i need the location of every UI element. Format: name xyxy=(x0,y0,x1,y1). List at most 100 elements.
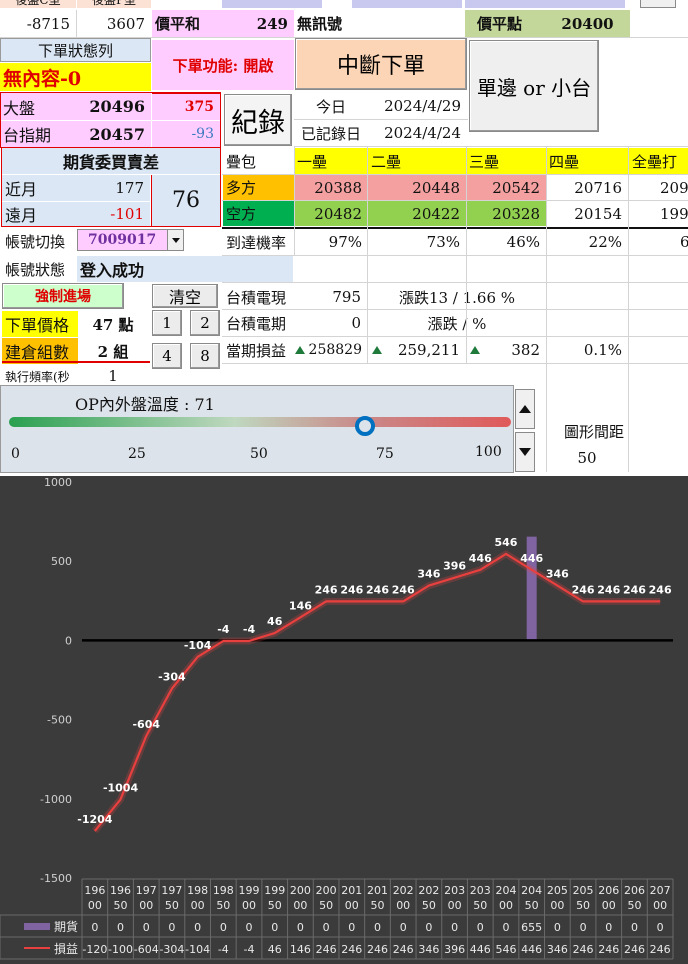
header-scroll-stub[interactable] xyxy=(640,0,676,8)
table-cell-futures: 0 xyxy=(400,921,407,934)
pnl-data-label: 396 xyxy=(443,560,466,573)
stack-header-5: 全壘打 xyxy=(628,148,688,174)
table-cell-pnl: 246 xyxy=(316,943,337,956)
table-cell-pnl: -4 xyxy=(218,943,229,956)
x-tick-label: 202 xyxy=(393,884,414,897)
x-tick-label: 50 xyxy=(216,899,230,912)
value-p: 3607 xyxy=(106,14,145,33)
y-tick-label: 1000 xyxy=(44,476,72,489)
account-dropdown[interactable]: 7009017 xyxy=(77,229,184,251)
table-cell-pnl: -304 xyxy=(159,943,184,956)
short-value-4: 20154 xyxy=(574,204,622,223)
period-pnl-value3: 382 xyxy=(466,337,546,363)
tx-futures-label: 台指期 xyxy=(0,121,70,147)
order-price-label: 下單價格 xyxy=(2,311,78,337)
today-value: 2024/4/29 xyxy=(384,97,461,115)
x-tick-label: 203 xyxy=(444,884,465,897)
x-tick-label: 207 xyxy=(650,884,671,897)
x-tick-label: 199 xyxy=(264,884,285,897)
header-c-type: 後盤C型 xyxy=(0,0,76,8)
arrow-up-icon xyxy=(519,405,531,413)
near-month-label: 近月 xyxy=(2,175,72,201)
table-cell-pnl: 246 xyxy=(598,943,619,956)
tsmc-cur-value: 795 xyxy=(332,288,361,306)
price-point-label: 價平點 xyxy=(465,10,545,37)
long-label: 多方 xyxy=(223,175,294,200)
short-value-3: 20328 xyxy=(466,201,546,226)
pnl-data-label: 146 xyxy=(289,599,312,612)
pnl-data-label: 546 xyxy=(494,536,517,549)
stack-header-1: 一壘 xyxy=(294,148,368,174)
pnl-data-label: -4 xyxy=(217,623,230,636)
x-tick-label: 00 xyxy=(653,899,667,912)
stack-header-2: 二壘 xyxy=(368,148,466,174)
account-number: 7009017 xyxy=(88,232,157,248)
clear-button[interactable]: 清空 xyxy=(152,284,218,308)
tsmc-fut-value: 0 xyxy=(351,314,361,332)
force-entry-button[interactable]: 強制進場 xyxy=(2,283,124,309)
table-cell-futures: 0 xyxy=(657,921,664,934)
pnl-data-label: 46 xyxy=(267,615,283,628)
table-cell-futures: 0 xyxy=(374,921,381,934)
x-tick-label: 201 xyxy=(367,884,388,897)
table-cell-futures: 0 xyxy=(425,921,432,934)
short-value-5: 199 xyxy=(660,204,688,223)
tx-futures-value: 20457 xyxy=(70,121,151,147)
spin-down-button[interactable] xyxy=(515,432,535,472)
long-value-5: 209 xyxy=(660,178,688,197)
spin-up-button[interactable] xyxy=(515,389,535,429)
record-button[interactable]: 紀錄 xyxy=(224,94,292,146)
x-tick-label: 196 xyxy=(84,884,105,897)
pnl-data-label: 246 xyxy=(392,583,415,596)
period-pnl-value2: 259,211 xyxy=(368,337,466,363)
x-tick-label: 197 xyxy=(161,884,182,897)
long-value-3: 20542 xyxy=(466,175,546,200)
x-tick-label: 50 xyxy=(576,899,590,912)
tsmc-change-text: 漲跌13 / 1.66 % xyxy=(398,288,516,307)
table-cell-futures: 655 xyxy=(521,921,542,934)
pnl-data-label: -604 xyxy=(132,718,160,731)
num-button-4[interactable]: 4 xyxy=(152,343,182,369)
gauge-handle[interactable] xyxy=(355,416,376,436)
table-cell-pnl: 346 xyxy=(547,943,568,956)
num-button-2[interactable]: 2 xyxy=(190,310,220,336)
x-tick-label: 205 xyxy=(573,884,594,897)
table-cell-pnl: -104 xyxy=(185,943,210,956)
x-tick-label: 00 xyxy=(448,899,462,912)
num-button-8[interactable]: 8 xyxy=(190,343,220,369)
x-tick-label: 00 xyxy=(602,899,616,912)
stack-label: 疊包 xyxy=(226,152,257,171)
x-tick-label: 50 xyxy=(114,899,128,912)
table-cell-futures: 0 xyxy=(605,921,612,934)
x-tick-label: 50 xyxy=(165,899,179,912)
pnl-data-label: -1204 xyxy=(77,813,113,826)
table-cell-pnl: -120 xyxy=(82,943,107,956)
prob-value-3: 46% xyxy=(506,233,540,251)
header-p-type: 後盤P型 xyxy=(77,0,151,8)
table-cell-pnl: 246 xyxy=(341,943,362,956)
pnl-data-label: 346 xyxy=(417,568,440,581)
table-cell-pnl: 396 xyxy=(444,943,465,956)
order-price-value: 47 點 xyxy=(92,315,134,334)
arrow-up-icon xyxy=(294,346,305,354)
gauge-tick-100: 100 xyxy=(475,444,502,460)
single-or-small-button[interactable]: 單邊 or 小台 xyxy=(469,40,599,132)
x-tick-label: 50 xyxy=(371,899,385,912)
interrupt-order-button[interactable]: 中斷下單 xyxy=(295,38,467,90)
pnl-data-label: 246 xyxy=(340,583,363,596)
x-tick-label: 00 xyxy=(139,899,153,912)
pnl-data-label: 346 xyxy=(546,568,569,581)
prob-value-4: 22% xyxy=(588,233,622,251)
table-cell-futures: 0 xyxy=(502,921,509,934)
legend-pnl-label: 損益 xyxy=(54,941,78,956)
x-tick-label: 00 xyxy=(345,899,359,912)
prob-value-1: 97% xyxy=(328,233,362,251)
table-cell-pnl: 446 xyxy=(470,943,491,956)
pnl-data-label: -1004 xyxy=(103,781,139,794)
spacing-value: 50 xyxy=(577,449,597,467)
chevron-down-icon[interactable] xyxy=(167,230,183,250)
table-cell-pnl: 346 xyxy=(418,943,439,956)
account-status-value: 登入成功 xyxy=(77,256,293,282)
long-value-2: 20448 xyxy=(368,175,466,200)
num-button-1[interactable]: 1 xyxy=(152,310,182,336)
